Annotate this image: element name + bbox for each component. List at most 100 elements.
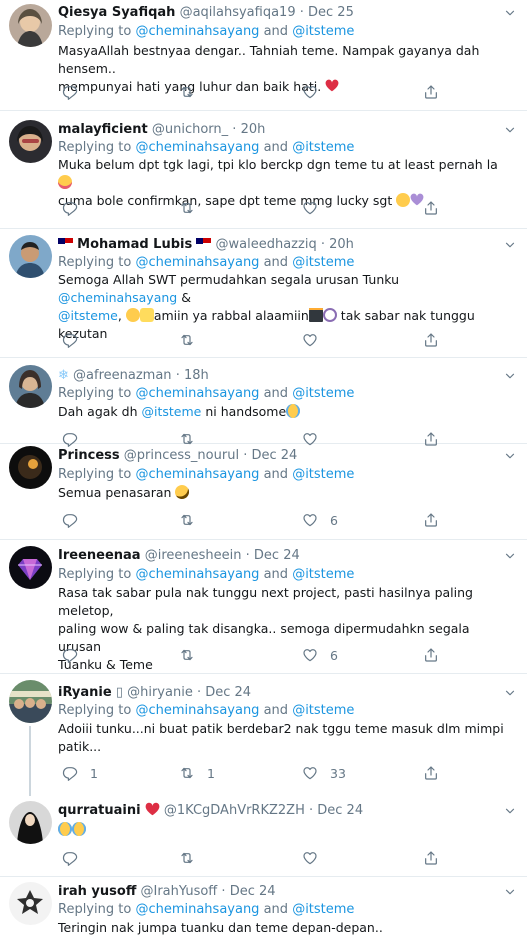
user-handle[interactable]: @1KCgDAhVrRKZ2ZH [164, 803, 305, 818]
tweet[interactable]: Ireeneenaa @ireenesheein · Dec 24 Replyi… [0, 540, 527, 674]
mention-link[interactable]: @cheminahsayang [58, 290, 177, 305]
share-button[interactable] [423, 646, 439, 664]
like-button[interactable] [302, 83, 318, 101]
reply-button[interactable] [62, 331, 78, 349]
reply-button[interactable] [62, 646, 78, 664]
avatar[interactable] [9, 120, 52, 163]
tweet[interactable]: Mohamad Lubis @waleedhazziq · 20h Replyi… [0, 229, 527, 358]
avatar[interactable] [9, 4, 52, 47]
timestamp[interactable]: 20h [329, 237, 354, 252]
chevron-down-icon[interactable] [503, 885, 517, 899]
display-name[interactable]: iRyanie [58, 685, 112, 700]
retweet-button[interactable] [179, 199, 195, 217]
timestamp[interactable]: Dec 24 [205, 685, 251, 700]
share-button[interactable] [423, 199, 439, 217]
chevron-down-icon[interactable] [503, 549, 517, 563]
mention-link[interactable]: @cheminahsayang [135, 467, 259, 482]
display-name[interactable]: malayficient [58, 122, 148, 137]
like-button[interactable] [302, 331, 318, 349]
mention-link[interactable]: @cheminahsayang [135, 140, 259, 155]
share-button[interactable] [423, 331, 439, 349]
timestamp[interactable]: Dec 24 [317, 803, 363, 818]
display-name[interactable]: irah yusoff [58, 884, 136, 899]
user-handle[interactable]: @princess_nourul [124, 448, 239, 463]
user-handle[interactable]: @IrahYusoff [141, 884, 218, 899]
share-button[interactable] [423, 83, 439, 101]
avatar[interactable] [9, 801, 52, 844]
timestamp[interactable]: Dec 24 [230, 884, 276, 899]
chevron-down-icon[interactable] [503, 804, 517, 818]
mention-link[interactable]: @cheminahsayang [135, 255, 259, 270]
user-handle[interactable]: @hiryanie [127, 685, 193, 700]
mention-link[interactable]: @itsteme [142, 404, 202, 419]
tweet[interactable]: malayficient @unichorn_ · 20h Replying t… [0, 111, 527, 229]
mention-link[interactable]: @itsteme [292, 255, 354, 270]
share-button[interactable] [423, 849, 439, 867]
tweet[interactable]: Qiesya Syafiqah @aqilahsyafiqa19 · Dec 2… [0, 0, 527, 111]
user-handle[interactable]: @aqilahsyafiqa19 [180, 5, 296, 20]
mention-link[interactable]: @itsteme [58, 308, 118, 323]
user-handle[interactable]: @ireenesheein [145, 548, 242, 563]
timestamp[interactable]: 18h [184, 368, 209, 383]
retweet-button[interactable] [179, 83, 195, 101]
mention-link[interactable]: @cheminahsayang [135, 24, 259, 39]
retweet-button[interactable] [179, 646, 195, 664]
timestamp[interactable]: 20h [241, 122, 266, 137]
mention-link[interactable]: @itsteme [292, 467, 354, 482]
tweet[interactable]: Princess @princess_nourul · Dec 24 Reply… [0, 444, 527, 540]
tweet[interactable]: qurratuaini @1KCgDAhVrRKZ2ZH · Dec 24 [0, 796, 527, 877]
display-name[interactable]: qurratuaini [58, 803, 141, 818]
timestamp[interactable]: Dec 25 [308, 5, 354, 20]
reply-button[interactable] [62, 83, 78, 101]
chevron-down-icon[interactable] [503, 369, 517, 383]
tweet[interactable]: iRyanie ▯ @hiryanie · Dec 24 Replying to… [0, 674, 527, 796]
chevron-down-icon[interactable] [503, 6, 517, 20]
timestamp[interactable]: Dec 24 [254, 548, 300, 563]
retweet-button[interactable] [179, 511, 195, 529]
chevron-down-icon[interactable] [503, 686, 517, 700]
avatar[interactable] [9, 680, 52, 723]
avatar[interactable] [9, 235, 52, 278]
mention-link[interactable]: @itsteme [292, 386, 354, 401]
reply-button[interactable] [62, 511, 78, 529]
share-button[interactable] [423, 511, 439, 529]
display-name[interactable]: Qiesya Syafiqah [58, 5, 175, 20]
mention-link[interactable]: @itsteme [292, 703, 354, 718]
reply-button[interactable] [62, 849, 78, 867]
mention-link[interactable]: @cheminahsayang [135, 567, 259, 582]
avatar[interactable] [9, 446, 52, 489]
like-button[interactable] [302, 199, 318, 217]
display-name[interactable]: Princess [58, 448, 120, 463]
chevron-down-icon[interactable] [503, 449, 517, 463]
avatar[interactable] [9, 365, 52, 408]
share-button[interactable] [423, 764, 439, 782]
tweet[interactable]: irah yusoff @IrahYusoff · Dec 24 Replyin… [0, 877, 527, 940]
reply-button[interactable]: 1 [62, 764, 98, 782]
reply-button[interactable] [62, 199, 78, 217]
mention-link[interactable]: @cheminahsayang [135, 386, 259, 401]
user-handle[interactable]: @waleedhazziq [216, 237, 317, 252]
user-handle[interactable]: @unichorn_ [152, 122, 228, 137]
chevron-down-icon[interactable] [503, 238, 517, 252]
user-handle[interactable]: @afreenazman [73, 368, 172, 383]
display-name[interactable]: Mohamad Lubis [77, 237, 192, 252]
mention-link[interactable]: @itsteme [292, 24, 354, 39]
retweet-button[interactable]: 1 [179, 764, 215, 782]
display-name[interactable]: Ireeneenaa [58, 548, 141, 563]
avatar[interactable] [9, 546, 52, 589]
avatar[interactable] [9, 882, 52, 925]
like-button[interactable]: 6 [302, 511, 338, 529]
retweet-button[interactable] [179, 849, 195, 867]
tweet[interactable]: ❄ @afreenazman · 18h Replying to @chemin… [0, 358, 527, 444]
like-button[interactable]: 6 [302, 646, 338, 664]
retweet-button[interactable] [179, 331, 195, 349]
mention-link[interactable]: @cheminahsayang [135, 703, 259, 718]
timestamp[interactable]: Dec 24 [252, 448, 298, 463]
like-button[interactable]: 33 [302, 764, 346, 782]
mention-link[interactable]: @itsteme [292, 902, 354, 917]
mention-link[interactable]: @cheminahsayang [135, 902, 259, 917]
chevron-down-icon[interactable] [503, 123, 517, 137]
mention-link[interactable]: @itsteme [292, 140, 354, 155]
like-button[interactable] [302, 849, 318, 867]
mention-link[interactable]: @itsteme [292, 567, 354, 582]
